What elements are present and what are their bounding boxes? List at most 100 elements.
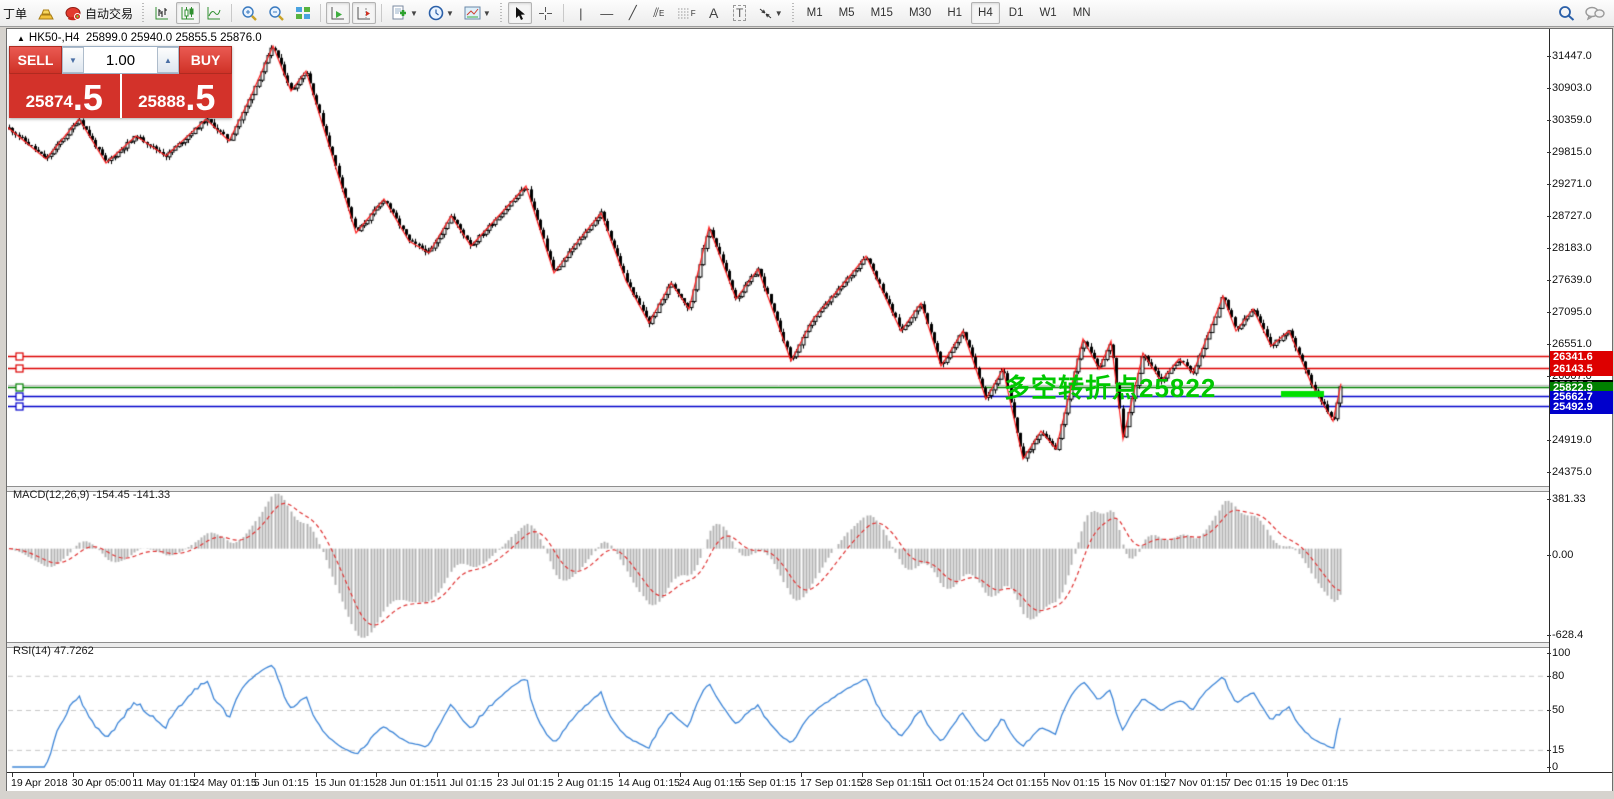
time-axis-label: 5 Nov 01:15 xyxy=(1043,777,1100,789)
autotrading-label: 自动交易 xyxy=(85,5,133,22)
price-axis-tick: 30359.0 xyxy=(1552,114,1592,126)
indicators-button[interactable]: ▼ xyxy=(387,2,422,24)
toolbar-grip xyxy=(791,3,796,23)
main-toolbar: 丁单 自动交易 xyxy=(0,0,1614,27)
chart-shift-button[interactable] xyxy=(352,2,376,24)
price-axis-tick: 28727.0 xyxy=(1552,210,1592,222)
time-axis-label: 5 Jun 01:15 xyxy=(254,777,309,789)
toolbar-grip xyxy=(499,3,504,23)
chart-shift-icon xyxy=(356,6,372,21)
rsi-pane-canvas[interactable] xyxy=(8,648,1549,772)
macd-name: MACD(12,26,9) xyxy=(13,489,89,501)
time-axis-label: 2 Aug 01:15 xyxy=(557,777,613,789)
time-axis-label: 28 Jun 01:15 xyxy=(375,777,436,789)
timeframe-button-m5[interactable]: M5 xyxy=(832,2,862,24)
zoom-in-icon xyxy=(241,5,258,21)
timeframe-button-m30[interactable]: M30 xyxy=(902,2,938,24)
tile-windows-button[interactable] xyxy=(291,2,315,24)
rsi-axis-tick: 0 xyxy=(1552,761,1558,773)
periods-button[interactable]: ▼ xyxy=(424,2,458,24)
time-axis-label: 11 Oct 01:15 xyxy=(922,777,981,789)
timeframe-button-m1[interactable]: M1 xyxy=(800,2,830,24)
arrows-button[interactable]: ▼ xyxy=(754,2,787,24)
candle-chart-button[interactable] xyxy=(176,2,200,24)
zoom-out-button[interactable] xyxy=(264,2,289,24)
trendline-button[interactable]: ╱ xyxy=(621,2,645,24)
gold-icon-button[interactable] xyxy=(33,2,59,24)
gold-bars-icon xyxy=(37,6,55,20)
zoom-in-button[interactable] xyxy=(237,2,262,24)
text-button[interactable]: A xyxy=(702,2,726,24)
crosshair-icon xyxy=(538,6,553,21)
timeframe-button-w1[interactable]: W1 xyxy=(1032,2,1063,24)
chart-window: ▲ HK50-,H4 25899.0 25940.0 25855.5 25876.… xyxy=(6,28,1613,791)
time-axis[interactable]: 19 Apr 201830 Apr 05:0011 May 01:1524 Ma… xyxy=(7,772,1612,791)
timeframe-button-h4[interactable]: H4 xyxy=(971,2,1000,24)
chat-button[interactable] xyxy=(1581,2,1609,24)
timeframe-button-m15[interactable]: M15 xyxy=(864,2,900,24)
volume-decrease-button[interactable]: ▼ xyxy=(62,47,84,73)
timeframe-button-d1[interactable]: D1 xyxy=(1002,2,1031,24)
text-label-button[interactable]: T xyxy=(728,2,752,24)
timeframe-button-mn[interactable]: MN xyxy=(1066,2,1098,24)
vertical-line-button[interactable]: | xyxy=(569,2,593,24)
cursor-button[interactable] xyxy=(508,2,532,24)
toolbar-separator xyxy=(320,4,321,22)
auto-scroll-button[interactable] xyxy=(326,2,350,24)
expand-marker-icon[interactable]: ▲ xyxy=(17,34,25,43)
sell-price-int: 25874 xyxy=(26,89,73,115)
price-axis-tick: 24375.0 xyxy=(1552,466,1592,478)
line-chart-button[interactable] xyxy=(202,2,226,24)
price-chart-canvas[interactable] xyxy=(8,29,1549,486)
volume-increase-button[interactable]: ▲ xyxy=(157,47,179,73)
crosshair-button[interactable] xyxy=(534,2,558,24)
pane-splitter[interactable] xyxy=(7,486,1612,492)
dropdown-arrow-icon: ▼ xyxy=(483,9,491,18)
price-axis-tick: 27095.0 xyxy=(1552,306,1592,318)
dropdown-arrow-icon: ▼ xyxy=(775,9,783,18)
sell-button[interactable]: SELL xyxy=(9,46,62,74)
rsi-value: 47.7262 xyxy=(54,645,94,657)
rsi-axis-tick: 80 xyxy=(1552,670,1564,682)
fibonacci-button[interactable]: F xyxy=(673,2,700,24)
time-axis-label: 19 Apr 2018 xyxy=(11,777,68,789)
trendline-icon: ╱ xyxy=(629,5,637,21)
chart-text-annotation[interactable]: 多空转折点25822 xyxy=(1004,368,1216,405)
time-axis-label: 11 Jul 01:15 xyxy=(436,777,492,789)
time-axis-label: 19 Dec 01:15 xyxy=(1286,777,1348,789)
channel-button[interactable]: ⫽ E xyxy=(647,2,671,24)
dropdown-arrow-icon: ▼ xyxy=(410,9,418,18)
macd-pane-canvas[interactable] xyxy=(8,492,1549,642)
macd-axis-tick: 0.00 xyxy=(1552,549,1573,561)
buy-price-display[interactable]: 25888.5 xyxy=(122,74,233,118)
sell-price-display[interactable]: 25874.5 xyxy=(9,74,120,118)
bar-chart-button[interactable] xyxy=(150,2,174,24)
new-order-button[interactable]: 丁单 xyxy=(0,2,31,24)
search-button[interactable] xyxy=(1554,2,1579,24)
chart-symbol-period: HK50-,H4 xyxy=(29,32,80,44)
time-axis-label: 27 Nov 01:15 xyxy=(1164,777,1226,789)
templates-button[interactable]: ▼ xyxy=(460,2,495,24)
autotrading-icon xyxy=(65,6,82,21)
timeframe-button-h1[interactable]: H1 xyxy=(940,2,969,24)
macd-indicator-label: MACD(12,26,9) -154.45 -141.33 xyxy=(13,489,170,501)
time-axis-label: 23 Jul 01:15 xyxy=(497,777,554,789)
horizontal-line-button[interactable]: — xyxy=(595,2,619,24)
chart-ohlc-values: 25899.0 25940.0 25855.5 25876.0 xyxy=(86,32,262,44)
pane-splitter[interactable] xyxy=(7,642,1612,648)
rsi-axis-tick: 50 xyxy=(1552,704,1564,716)
macd-values: -154.45 -141.33 xyxy=(92,489,170,501)
line-chart-icon xyxy=(206,6,222,21)
chart-title: ▲ HK50-,H4 25899.0 25940.0 25855.5 25876.… xyxy=(17,32,262,44)
horizontal-line-icon: — xyxy=(600,6,613,21)
channel-label: E xyxy=(659,9,664,18)
autotrading-button[interactable]: 自动交易 xyxy=(61,2,137,24)
price-axis[interactable]: 31447.030903.030359.029815.029271.028727… xyxy=(1549,29,1612,772)
price-axis-tick: 29815.0 xyxy=(1552,146,1592,158)
sell-price-frac: .5 xyxy=(73,81,103,115)
time-axis-label: 7 Dec 01:15 xyxy=(1225,777,1282,789)
zoom-out-icon xyxy=(268,5,285,21)
buy-button[interactable]: BUY xyxy=(179,46,232,74)
volume-input[interactable]: 1.00 xyxy=(84,47,157,73)
vertical-line-icon: | xyxy=(579,6,582,21)
